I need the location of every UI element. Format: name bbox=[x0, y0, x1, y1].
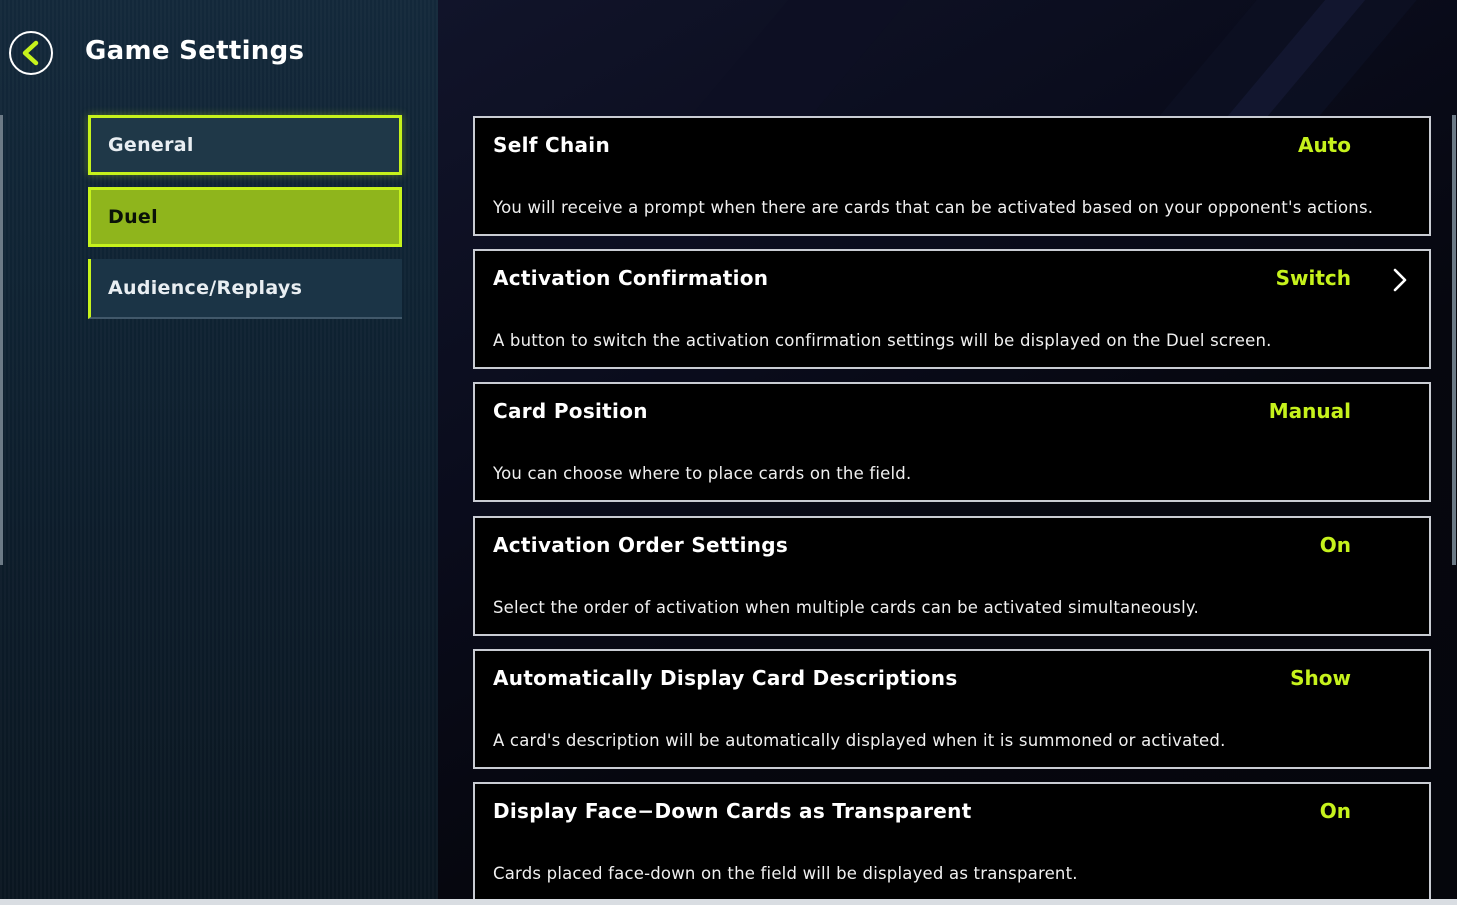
sidebar-scrollbar[interactable] bbox=[0, 115, 3, 565]
page-title: Game Settings bbox=[85, 36, 305, 66]
setting-description: A button to switch the activation confir… bbox=[493, 331, 1272, 350]
setting-description: Select the order of activation when mult… bbox=[493, 598, 1199, 617]
sidebar-item-label: Audience/Replays bbox=[108, 277, 303, 299]
sidebar-item-label: Duel bbox=[108, 206, 158, 228]
setting-title: Activation Order Settings bbox=[493, 533, 789, 557]
setting-value[interactable]: Auto bbox=[1298, 133, 1351, 157]
setting-value[interactable]: Show bbox=[1290, 666, 1351, 690]
sidebar-item-general[interactable]: General bbox=[88, 115, 402, 175]
setting-title: Self Chain bbox=[493, 133, 610, 157]
setting-activation-confirmation[interactable]: Activation Confirmation Switch A button … bbox=[473, 249, 1431, 369]
bottom-border bbox=[0, 899, 1457, 905]
chevron-right-icon[interactable] bbox=[1389, 267, 1411, 293]
setting-face-down-transparent[interactable]: Display Face−Down Cards as Transparent O… bbox=[473, 782, 1431, 905]
setting-card-position[interactable]: Card Position Manual You can choose wher… bbox=[473, 382, 1431, 502]
setting-self-chain[interactable]: Self Chain Auto You will receive a promp… bbox=[473, 116, 1431, 236]
sidebar-item-label: General bbox=[108, 134, 194, 156]
setting-title: Automatically Display Card Descriptions bbox=[493, 666, 958, 690]
setting-description: Cards placed face-down on the field will… bbox=[493, 864, 1078, 883]
setting-value[interactable]: On bbox=[1320, 799, 1351, 823]
setting-value[interactable]: Switch bbox=[1276, 266, 1351, 290]
setting-title: Card Position bbox=[493, 399, 648, 423]
chevron-left-icon bbox=[22, 40, 39, 66]
sidebar-item-audience-replays[interactable]: Audience/Replays bbox=[88, 259, 402, 319]
setting-description: You can choose where to place cards on t… bbox=[493, 464, 912, 483]
setting-value[interactable]: Manual bbox=[1269, 399, 1351, 423]
sidebar-item-duel[interactable]: Duel bbox=[88, 187, 402, 247]
setting-title: Activation Confirmation bbox=[493, 266, 769, 290]
settings-scrollbar[interactable] bbox=[1452, 115, 1456, 565]
back-button[interactable] bbox=[9, 31, 53, 75]
setting-auto-display-descriptions[interactable]: Automatically Display Card Descriptions … bbox=[473, 649, 1431, 769]
setting-description: A card's description will be automatical… bbox=[493, 731, 1226, 750]
setting-title: Display Face−Down Cards as Transparent bbox=[493, 799, 972, 823]
setting-activation-order[interactable]: Activation Order Settings On Select the … bbox=[473, 516, 1431, 636]
setting-description: You will receive a prompt when there are… bbox=[493, 198, 1374, 217]
setting-value[interactable]: On bbox=[1320, 533, 1351, 557]
